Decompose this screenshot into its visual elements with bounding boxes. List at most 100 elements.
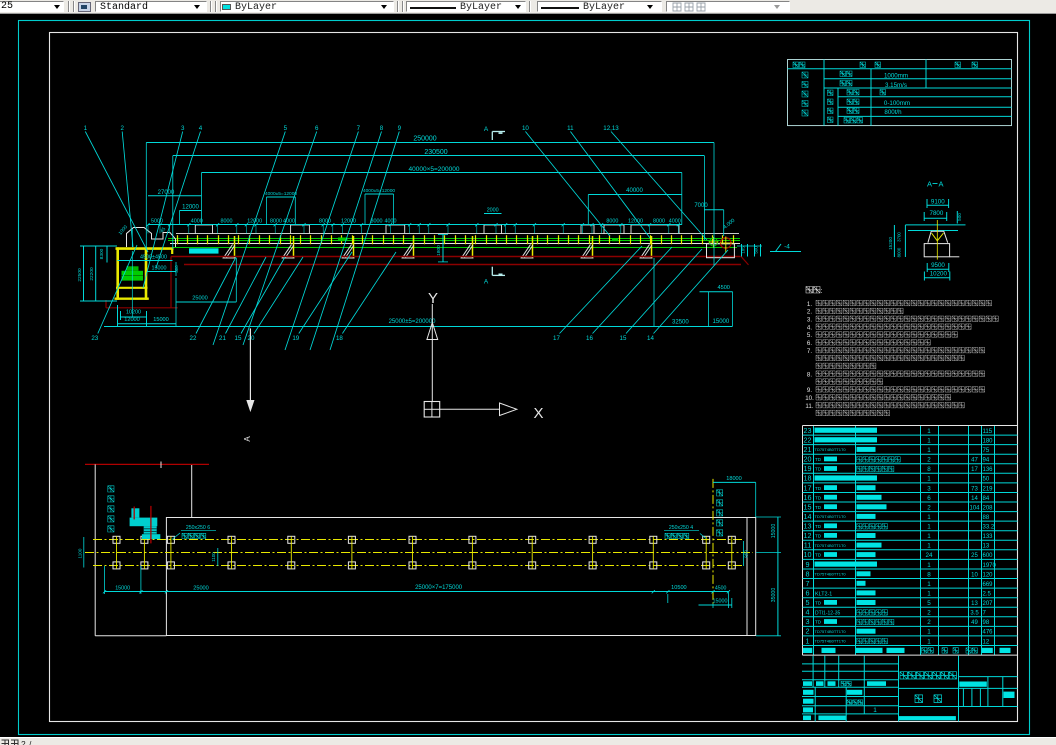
svg-text:15200: 15200 xyxy=(888,237,893,250)
svg-text:TD: TD xyxy=(815,524,822,529)
svg-text:22200: 22200 xyxy=(89,267,95,281)
svg-text:32500: 32500 xyxy=(672,319,689,325)
svg-text:2: 2 xyxy=(927,619,931,626)
svg-text:3700: 3700 xyxy=(897,232,902,242)
svg-text:2: 2 xyxy=(120,125,124,132)
svg-text:15000: 15000 xyxy=(771,524,777,539)
svg-text:25000: 25000 xyxy=(192,296,208,302)
svg-text:8: 8 xyxy=(806,569,810,578)
svg-text:669: 669 xyxy=(983,582,994,588)
svg-text:4500±4500: 4500±4500 xyxy=(140,254,167,260)
svg-text:2: 2 xyxy=(21,739,26,745)
svg-text:35000: 35000 xyxy=(771,588,777,603)
svg-text:10.: 10. xyxy=(805,395,814,402)
svg-text:250x250 4: 250x250 4 xyxy=(669,525,693,531)
svg-text:3.15m/s: 3.15m/s xyxy=(885,82,907,89)
svg-text:2: 2 xyxy=(806,627,810,636)
svg-text:476: 476 xyxy=(983,630,994,636)
svg-text:250000: 250000 xyxy=(413,135,436,142)
svg-text:TD75T4B0TT1T0: TD75T4B0TT1T0 xyxy=(815,572,847,577)
svg-text:8: 8 xyxy=(380,125,384,132)
svg-text:8000: 8000 xyxy=(606,218,618,224)
svg-text:2: 2 xyxy=(927,504,931,511)
svg-text:7800: 7800 xyxy=(930,210,944,217)
svg-text:A: A xyxy=(243,436,252,442)
svg-text:Y: Y xyxy=(428,290,438,307)
svg-text:5: 5 xyxy=(284,125,288,132)
svg-text:2000: 2000 xyxy=(487,207,499,213)
svg-text:TD: TD xyxy=(815,457,822,462)
svg-text:5: 5 xyxy=(806,598,810,607)
svg-text:1: 1 xyxy=(927,581,931,588)
svg-text:8000: 8000 xyxy=(371,218,383,224)
svg-text:18000: 18000 xyxy=(726,476,742,482)
svg-text:115: 115 xyxy=(983,429,993,435)
svg-text:10500: 10500 xyxy=(671,585,687,591)
svg-text:TD: TD xyxy=(815,495,822,500)
svg-text:15: 15 xyxy=(620,335,627,342)
svg-text:A: A xyxy=(938,180,943,189)
svg-text:3: 3 xyxy=(806,617,810,626)
svg-text:10: 10 xyxy=(971,572,978,578)
svg-text:6: 6 xyxy=(927,495,931,502)
svg-text:1100: 1100 xyxy=(211,552,216,562)
svg-text:300: 300 xyxy=(174,265,179,273)
svg-text:17: 17 xyxy=(804,483,812,492)
svg-text::: : xyxy=(821,288,823,295)
svg-text:1100: 1100 xyxy=(77,548,82,558)
svg-text:14: 14 xyxy=(647,335,654,342)
svg-text:10: 10 xyxy=(522,125,529,132)
svg-text:13: 13 xyxy=(971,601,978,607)
svg-text:DTI1-12-35: DTI1-12-35 xyxy=(815,611,841,617)
svg-text:-4: -4 xyxy=(784,244,790,251)
svg-text:6: 6 xyxy=(806,589,810,598)
svg-text:4: 4 xyxy=(199,125,203,132)
svg-text:6.: 6. xyxy=(807,340,812,347)
svg-text:600: 600 xyxy=(983,553,994,559)
svg-text:950: 950 xyxy=(744,550,749,558)
svg-text:TD: TD xyxy=(815,467,822,472)
svg-text:104: 104 xyxy=(969,505,980,511)
svg-text:TD75T4B0TT1T0: TD75T4B0TT1T0 xyxy=(815,629,847,634)
svg-text:9: 9 xyxy=(806,560,810,569)
svg-text:136: 136 xyxy=(983,467,994,473)
svg-text:2: 2 xyxy=(927,457,931,464)
svg-text:3.: 3. xyxy=(807,317,812,324)
svg-text:180: 180 xyxy=(983,438,994,444)
svg-text:1.: 1. xyxy=(807,301,812,308)
svg-text:3: 3 xyxy=(181,125,185,132)
svg-text:2.5: 2.5 xyxy=(983,592,992,598)
svg-text:13: 13 xyxy=(804,522,812,531)
svg-text:1: 1 xyxy=(927,562,931,569)
svg-text:4000: 4000 xyxy=(191,218,203,224)
svg-text:1: 1 xyxy=(927,447,931,454)
svg-text:21: 21 xyxy=(804,445,812,454)
svg-text:1: 1 xyxy=(927,476,931,483)
svg-text:A: A xyxy=(484,279,489,286)
svg-text:20: 20 xyxy=(248,335,255,342)
svg-text:12: 12 xyxy=(983,639,990,645)
svg-text:9: 9 xyxy=(398,125,402,132)
svg-text:8000: 8000 xyxy=(270,218,282,224)
svg-text:5000: 5000 xyxy=(151,218,163,224)
svg-text:14: 14 xyxy=(804,512,812,521)
svg-text:14: 14 xyxy=(971,496,978,502)
svg-text:1: 1 xyxy=(927,437,931,444)
svg-text:1970: 1970 xyxy=(983,563,997,569)
svg-text:25: 25 xyxy=(971,553,978,559)
svg-text:13: 13 xyxy=(983,544,990,550)
svg-text:250x250 6: 250x250 6 xyxy=(186,525,210,531)
svg-text:4500: 4500 xyxy=(717,285,729,291)
svg-text:8: 8 xyxy=(927,571,931,578)
svg-text:19: 19 xyxy=(292,335,299,342)
svg-text:17: 17 xyxy=(553,335,560,342)
svg-text:7: 7 xyxy=(806,579,810,588)
svg-text:TD: TD xyxy=(815,553,822,558)
svg-text:15: 15 xyxy=(804,502,812,511)
svg-text:TD: TD xyxy=(815,486,822,491)
svg-text:10200: 10200 xyxy=(930,271,948,278)
svg-text:94: 94 xyxy=(983,458,990,464)
svg-text:22: 22 xyxy=(804,435,812,444)
svg-text:16: 16 xyxy=(586,335,593,342)
svg-text:18: 18 xyxy=(336,335,343,342)
